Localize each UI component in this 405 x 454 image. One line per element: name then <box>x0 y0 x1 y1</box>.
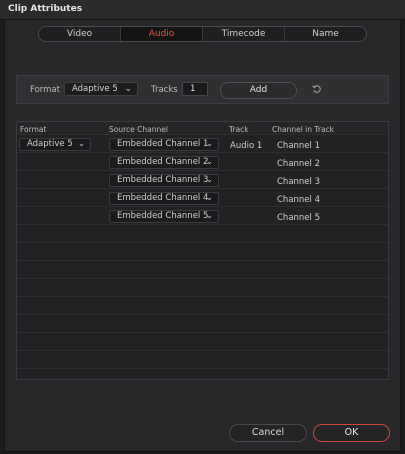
source-channel-dropdown-5[interactable]: Embedded Channel 5 ⌄ <box>109 210 219 223</box>
ok-button[interactable]: OK <box>313 424 390 442</box>
table-row-divider <box>17 152 388 153</box>
tab-bar: Video Audio Timecode Name <box>38 26 367 42</box>
chevron-down-icon: ⌄ <box>205 193 213 203</box>
table-row-divider <box>17 188 388 189</box>
table-row-divider <box>17 134 388 135</box>
tab-timecode[interactable]: Timecode <box>202 27 284 41</box>
table-row-divider <box>17 332 388 333</box>
tracks-input[interactable]: 1 <box>182 82 208 96</box>
format-dropdown[interactable]: Adaptive 5 ⌄ <box>64 82 138 96</box>
table-row-divider <box>17 260 388 261</box>
cancel-button[interactable]: Cancel <box>229 424 307 442</box>
source-channel-value: Embedded Channel 4 <box>117 193 209 203</box>
window-title: Clip Attributes <box>8 4 83 14</box>
channel-in-track: Channel 2 <box>277 159 321 169</box>
chevron-down-icon: ⌄ <box>124 84 132 94</box>
format-label: Format <box>30 85 60 95</box>
source-channel-value: Embedded Channel 1 <box>117 139 209 149</box>
chevron-down-icon: ⌄ <box>205 139 213 149</box>
format-dropdown-value: Adaptive 5 <box>72 84 118 94</box>
source-channel-dropdown-1[interactable]: Embedded Channel 1 ⌄ <box>109 138 219 151</box>
column-header-format: Format <box>20 125 47 134</box>
table-row-divider <box>17 242 388 243</box>
source-channel-value: Embedded Channel 5 <box>117 211 209 221</box>
column-header-track: Track <box>229 125 249 134</box>
add-button[interactable]: Add <box>220 82 297 99</box>
table-row-divider <box>17 296 388 297</box>
table-row-divider <box>17 314 388 315</box>
track-value: Audio 1 <box>230 141 263 151</box>
table-row-divider <box>17 368 388 369</box>
source-channel-value: Embedded Channel 3 <box>117 175 209 185</box>
column-header-channel-in-track: Channel in Track <box>272 125 335 134</box>
tab-audio[interactable]: Audio <box>120 27 202 41</box>
table-row-divider <box>17 278 388 279</box>
source-channel-dropdown-3[interactable]: Embedded Channel 3 ⌄ <box>109 174 219 187</box>
channel-in-track: Channel 4 <box>277 195 321 205</box>
tab-video[interactable]: Video <box>39 27 120 41</box>
channel-in-track: Channel 1 <box>277 141 321 151</box>
chevron-down-icon: ⌄ <box>77 139 85 149</box>
title-bar: Clip Attributes <box>0 0 405 20</box>
tracks-label: Tracks <box>151 85 178 95</box>
tab-name[interactable]: Name <box>284 27 366 41</box>
table-row-divider <box>17 224 388 225</box>
row-format-dropdown[interactable]: Adaptive 5 ⌄ <box>19 138 91 151</box>
channel-in-track: Channel 3 <box>277 177 321 187</box>
chevron-down-icon: ⌄ <box>205 211 213 221</box>
source-channel-dropdown-2[interactable]: Embedded Channel 2 ⌄ <box>109 156 219 169</box>
table-row-divider <box>17 350 388 351</box>
source-channel-dropdown-4[interactable]: Embedded Channel 4 ⌄ <box>109 192 219 205</box>
table-row-divider <box>17 206 388 207</box>
chevron-down-icon: ⌄ <box>205 175 213 185</box>
channel-in-track: Channel 5 <box>277 213 321 223</box>
reset-arrow-icon[interactable] <box>312 84 322 94</box>
table-row-divider <box>17 170 388 171</box>
source-channel-value: Embedded Channel 2 <box>117 157 209 167</box>
row-format-value: Adaptive 5 <box>27 139 73 149</box>
chevron-down-icon: ⌄ <box>205 157 213 167</box>
column-header-source-channel: Source Channel <box>109 125 168 134</box>
